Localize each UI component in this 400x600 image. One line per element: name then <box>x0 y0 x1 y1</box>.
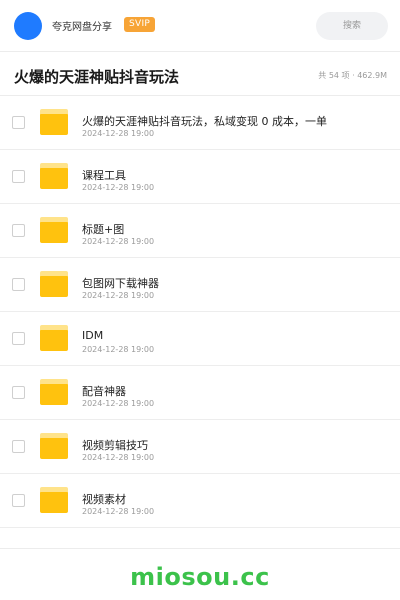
folder-icon <box>40 433 68 459</box>
item-checkbox[interactable] <box>12 170 25 183</box>
item-checkbox[interactable] <box>12 116 25 129</box>
item-date: 2024-12-28 19:00 <box>82 345 155 354</box>
item-date: 2024-12-28 19:00 <box>82 237 155 246</box>
item-checkbox[interactable] <box>12 494 25 507</box>
item-name: 火爆的天涯神贴抖音玩法，私域变现 0 成本，一单 <box>82 115 327 128</box>
item-name: IDM <box>82 329 104 342</box>
folder-icon <box>40 325 68 351</box>
list-item[interactable]: 视频素材 2024-12-28 19:00 <box>0 474 400 528</box>
item-checkbox[interactable] <box>12 440 25 453</box>
folder-header: 火爆的天涯神贴抖音玩法 共 54 项 · 462.9M <box>0 52 400 96</box>
item-name: 视频剪辑技巧 <box>82 439 148 452</box>
page-title: 火爆的天涯神贴抖音玩法 <box>14 68 180 86</box>
item-checkbox[interactable] <box>12 332 25 345</box>
item-date: 2024-12-28 19:00 <box>82 399 155 408</box>
item-date: 2024-12-28 19:00 <box>82 507 155 516</box>
folder-icon <box>40 217 68 243</box>
folder-icon <box>40 271 68 297</box>
item-name: 视频素材 <box>82 493 126 506</box>
item-date: 2024-12-28 19:00 <box>82 291 155 300</box>
site-watermark: miosou.cc <box>130 563 270 591</box>
folder-stats: 共 54 项 · 462.9M <box>318 71 387 80</box>
avatar[interactable] <box>14 12 42 40</box>
item-checkbox[interactable] <box>12 386 25 399</box>
app-name: 夸克网盘分享 <box>52 22 112 33</box>
folder-icon <box>40 163 68 189</box>
folder-icon <box>40 379 68 405</box>
list-item[interactable]: 火爆的天涯神贴抖音玩法，私域变现 0 成本，一单 2024-12-28 19:0… <box>0 96 400 150</box>
list-item[interactable]: 包图网下载神器 2024-12-28 19:00 <box>0 258 400 312</box>
folder-icon <box>40 109 68 135</box>
item-date: 2024-12-28 19:00 <box>82 129 155 138</box>
item-name: 标题+图 <box>82 223 125 236</box>
item-date: 2024-12-28 19:00 <box>82 183 155 192</box>
top-bar: 夸克网盘分享 SVIP 搜索 <box>0 0 400 52</box>
folder-icon <box>40 487 68 513</box>
footer: miosou.cc <box>0 548 400 600</box>
list-item[interactable]: 课程工具 2024-12-28 19:00 <box>0 150 400 204</box>
item-checkbox[interactable] <box>12 278 25 291</box>
list-item[interactable]: IDM 2024-12-28 19:00 <box>0 312 400 366</box>
list-item[interactable]: 视频剪辑技巧 2024-12-28 19:00 <box>0 420 400 474</box>
search-input[interactable]: 搜索 <box>316 12 388 40</box>
item-name: 配音神器 <box>82 385 126 398</box>
share-page: 夸克网盘分享 SVIP 搜索 火爆的天涯神贴抖音玩法 共 54 项 · 462.… <box>0 0 400 600</box>
file-list: 火爆的天涯神贴抖音玩法，私域变现 0 成本，一单 2024-12-28 19:0… <box>0 96 400 528</box>
item-date: 2024-12-28 19:00 <box>82 453 155 462</box>
vip-badge: SVIP <box>124 17 156 32</box>
item-name: 包图网下载神器 <box>82 277 159 290</box>
list-item[interactable]: 标题+图 2024-12-28 19:00 <box>0 204 400 258</box>
item-checkbox[interactable] <box>12 224 25 237</box>
list-item[interactable]: 配音神器 2024-12-28 19:00 <box>0 366 400 420</box>
item-name: 课程工具 <box>82 169 126 182</box>
